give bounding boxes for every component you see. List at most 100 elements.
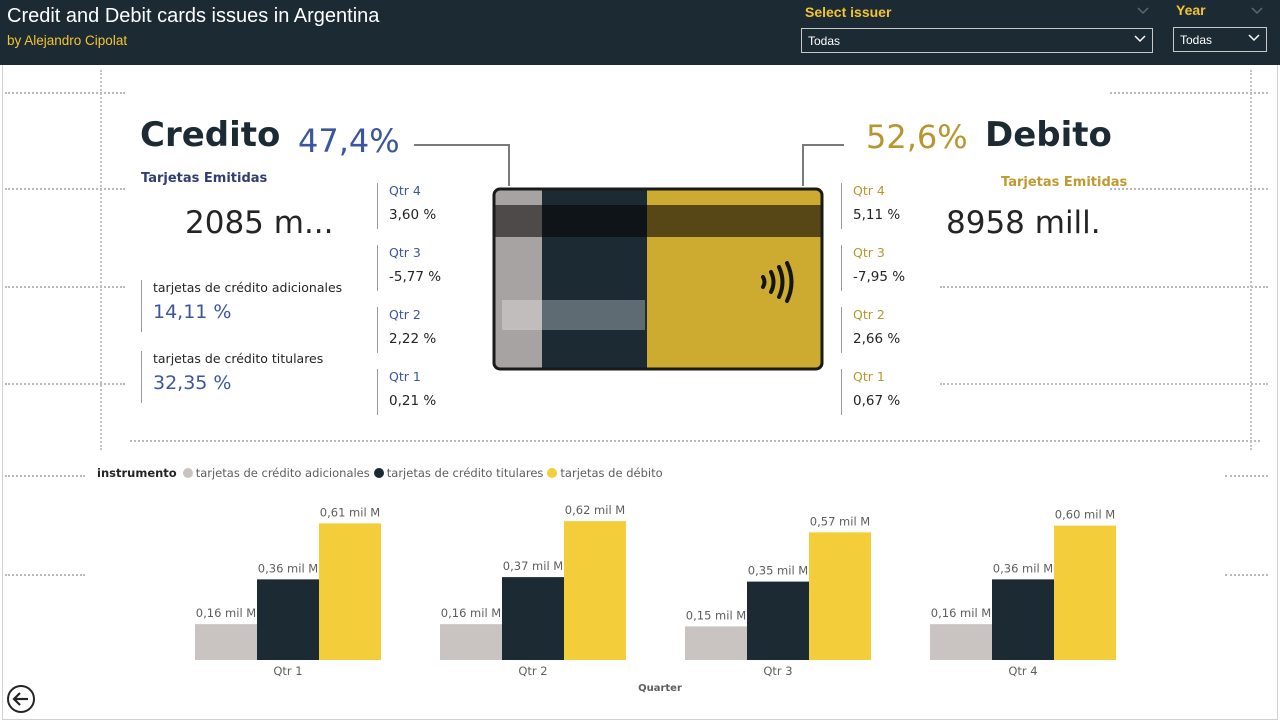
credit-additional-value: 14,11 % [153, 301, 232, 323]
report-author: by Alejandro Cipolat [7, 33, 128, 48]
legend-label: tarjetas de crédito titulares [386, 466, 544, 480]
bar-data-label: 0,16 mil M [931, 606, 991, 620]
bar [1054, 525, 1116, 660]
credit-issued-value: 2085 m... [185, 205, 334, 241]
x-tick-label: Qtr 3 [763, 664, 792, 678]
legend-swatch [182, 468, 193, 478]
legend-item[interactable]: tarjetas de crédito adicionales [182, 466, 370, 480]
legend-swatch [373, 468, 384, 478]
contactless-icon [761, 261, 794, 303]
debit-issued-label: Tarjetas Emitidas [1001, 175, 1128, 190]
credit-qtr-value: 2,22 % [389, 331, 437, 347]
chevron-down-icon[interactable] [1251, 7, 1263, 15]
credit-qtr-label: Qtr 3 [389, 245, 421, 260]
bar [257, 579, 319, 660]
bar-data-label: 0,36 mil M [258, 561, 318, 575]
grid-dots [940, 286, 1268, 288]
grid-dots [5, 92, 125, 94]
x-tick-label: Qtr 2 [518, 664, 547, 678]
year-dropdown[interactable]: Todas [1173, 27, 1267, 52]
debit-qtr-card: Qtr 4 5,11 % [841, 183, 900, 229]
legend-item[interactable]: tarjetas de crédito titulares [373, 466, 544, 480]
credit-qtr-label: Qtr 1 [389, 369, 421, 384]
grid-dots [1110, 92, 1268, 94]
year-dropdown-value: Todas [1180, 33, 1213, 47]
credit-qtr-value: 0,21 % [389, 393, 437, 409]
credit-holders-label: tarjetas de crédito titulares [153, 351, 324, 366]
debit-connector-line [802, 144, 844, 186]
debit-qtr-value: 0,67 % [853, 393, 901, 409]
credit-holders-card: tarjetas de crédito titulares 32,35 % [141, 351, 323, 403]
debit-qtr-label: Qtr 1 [853, 369, 885, 384]
grid-dots [5, 188, 125, 190]
bar [747, 581, 809, 660]
credit-additional-label: tarjetas de crédito adicionales [153, 280, 343, 295]
debit-qtr-card: Qtr 2 2,66 % [841, 307, 900, 353]
credit-title: Credito [140, 115, 281, 155]
credit-qtr-value: -5,77 % [389, 269, 442, 285]
debit-issued-value: 8958 mill. [946, 205, 1101, 241]
credit-qtr-card: Qtr 1 0,21 % [377, 369, 436, 415]
grid-dots [940, 383, 1268, 385]
bar [502, 577, 564, 660]
quarterly-bar-chart: 0,16 mil M 0,36 mil M 0,61 mil M Qtr 1 0,16 … [195, 503, 1116, 694]
bar [319, 523, 381, 660]
back-arrow-icon[interactable] [6, 684, 36, 714]
legend-swatch [547, 468, 558, 478]
debit-qtr-value: 2,66 % [853, 331, 901, 347]
credit-holders-value: 32,35 % [153, 372, 232, 394]
bar-data-label: 0,16 mil M [441, 606, 501, 620]
credit-qtr-value: 3,60 % [389, 207, 437, 223]
chevron-down-icon [1248, 34, 1260, 42]
credit-issued-label: Tarjetas Emitidas [141, 171, 268, 186]
debit-qtr-value: 5,11 % [853, 207, 901, 223]
bar [564, 521, 626, 660]
grid-dots [1250, 70, 1252, 450]
report-header: Credit and Debit cards issues in Argenti… [0, 0, 1280, 65]
chevron-down-icon [1134, 35, 1146, 43]
credit-qtr-card: Qtr 3 -5,77 % [377, 245, 441, 291]
issuer-dropdown[interactable]: Todas [801, 28, 1153, 53]
chevron-down-icon[interactable] [1137, 7, 1149, 15]
debit-qtr-value: -7,95 % [853, 269, 906, 285]
bar-data-label: 0,37 mil M [503, 559, 563, 573]
issuer-slicer-label: Select issuer [805, 4, 892, 20]
debit-qtr-card: Qtr 3 -7,95 % [841, 245, 905, 291]
bar [685, 626, 747, 660]
bar-data-label: 0,16 mil M [196, 606, 256, 620]
bar [930, 624, 992, 660]
x-tick-label: Qtr 4 [1008, 664, 1037, 678]
x-axis-title: Quarter [638, 683, 682, 694]
credit-qtr-card: Qtr 2 2,22 % [377, 307, 436, 353]
year-slicer-label: Year [1176, 2, 1206, 18]
bar [809, 532, 871, 660]
debit-qtr-label: Qtr 2 [853, 307, 885, 322]
bar [992, 579, 1054, 660]
bar-data-label: 0,60 mil M [1055, 508, 1115, 522]
grid-dots [5, 286, 125, 288]
bar [195, 624, 257, 660]
report-title: Credit and Debit cards issues in Argenti… [7, 5, 380, 27]
grid-dots [5, 475, 85, 477]
credit-connector-line [414, 144, 510, 186]
credit-additional-card: tarjetas de crédito adicionales 14,11 % [141, 280, 342, 332]
bar-data-label: 0,35 mil M [748, 564, 808, 578]
grid-dots [130, 440, 1260, 442]
credit-qtr-label: Qtr 2 [389, 307, 421, 322]
debit-share: 52,6% [866, 118, 968, 156]
legend-item[interactable]: tarjetas de débito [547, 466, 663, 480]
bar-data-label: 0,57 mil M [810, 514, 870, 528]
chart-legend: instrumento tarjetas de crédito adiciona… [97, 466, 667, 480]
grid-dots [1110, 188, 1268, 190]
legend-label: tarjetas de débito [560, 466, 663, 480]
bar-data-label: 0,62 mil M [565, 503, 625, 517]
issuer-dropdown-value: Todas [808, 34, 841, 48]
bar-data-label: 0,15 mil M [686, 608, 746, 622]
credit-share: 47,4% [298, 122, 400, 160]
grid-dots [100, 70, 102, 450]
legend-label: tarjetas de crédito adicionales [195, 466, 370, 480]
x-tick-label: Qtr 1 [273, 664, 302, 678]
debit-qtr-card: Qtr 1 0,67 % [841, 369, 900, 415]
bar-data-label: 0,61 mil M [320, 505, 380, 519]
debit-qtr-label: Qtr 3 [853, 245, 885, 260]
